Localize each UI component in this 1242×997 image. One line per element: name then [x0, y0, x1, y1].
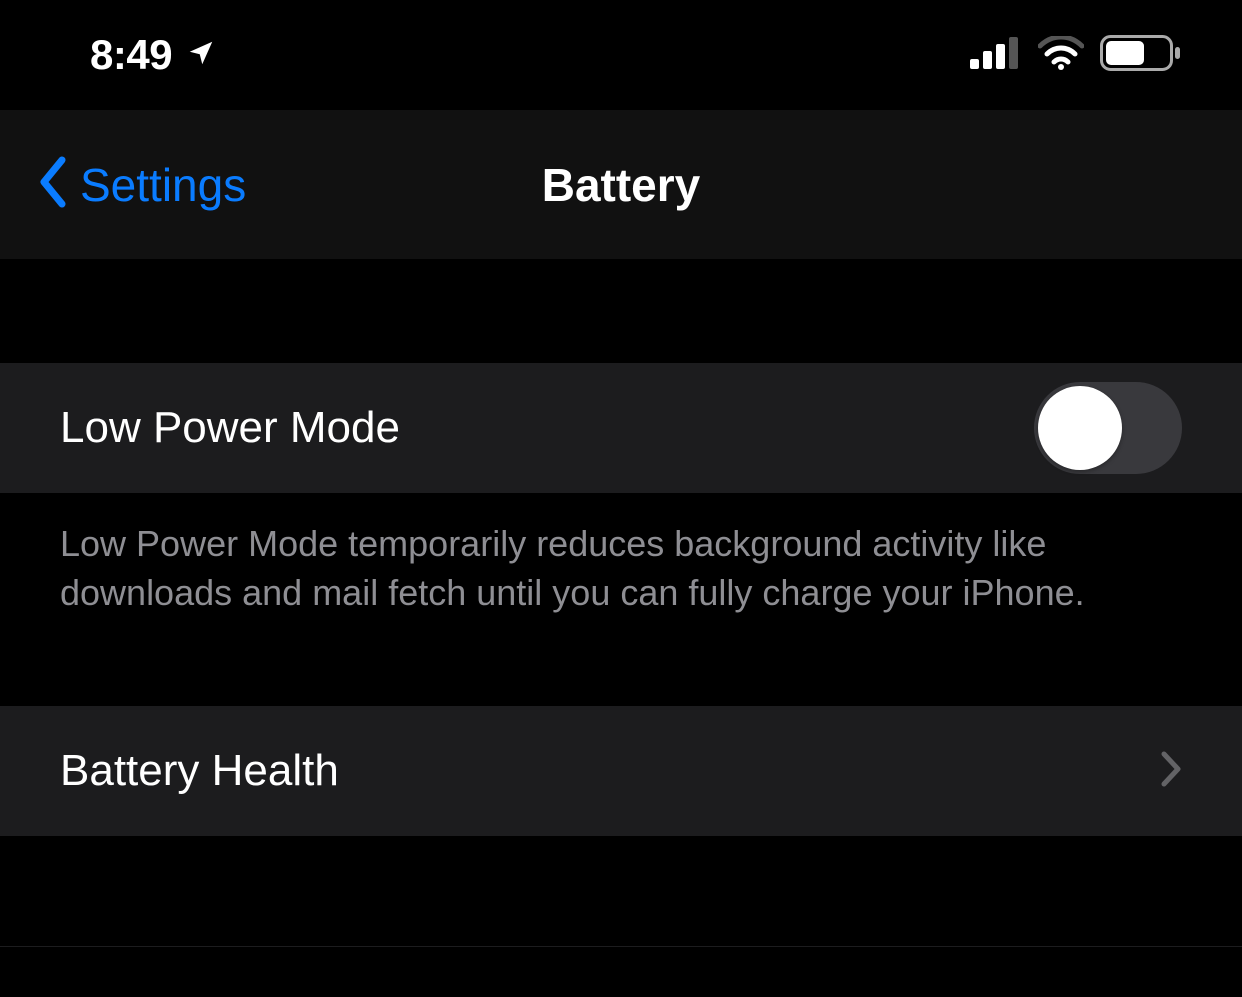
toggle-knob [1038, 386, 1122, 470]
battery-health-row[interactable]: Battery Health [0, 705, 1242, 837]
low-power-mode-row[interactable]: Low Power Mode [0, 362, 1242, 494]
low-power-mode-toggle[interactable] [1034, 382, 1182, 474]
chevron-right-icon [1160, 750, 1182, 793]
status-time: 8:49 [90, 31, 172, 79]
back-button[interactable]: Settings [36, 156, 246, 213]
nav-bar: Settings Battery [0, 110, 1242, 260]
low-power-mode-footer: Low Power Mode temporarily reduces backg… [0, 494, 1242, 617]
battery-health-label: Battery Health [60, 746, 339, 796]
spacer [0, 947, 1242, 997]
wifi-icon [1038, 36, 1084, 75]
spacer [0, 837, 1242, 947]
spacer [0, 260, 1242, 362]
location-arrow-icon [186, 38, 216, 73]
status-right [970, 35, 1182, 76]
status-left: 8:49 [90, 31, 216, 79]
low-power-mode-label: Low Power Mode [60, 403, 400, 453]
cellular-signal-icon [970, 37, 1022, 74]
battery-icon [1100, 35, 1182, 76]
back-label: Settings [80, 158, 246, 212]
status-bar: 8:49 [0, 0, 1242, 110]
chevron-left-icon [36, 156, 68, 213]
spacer [0, 617, 1242, 705]
